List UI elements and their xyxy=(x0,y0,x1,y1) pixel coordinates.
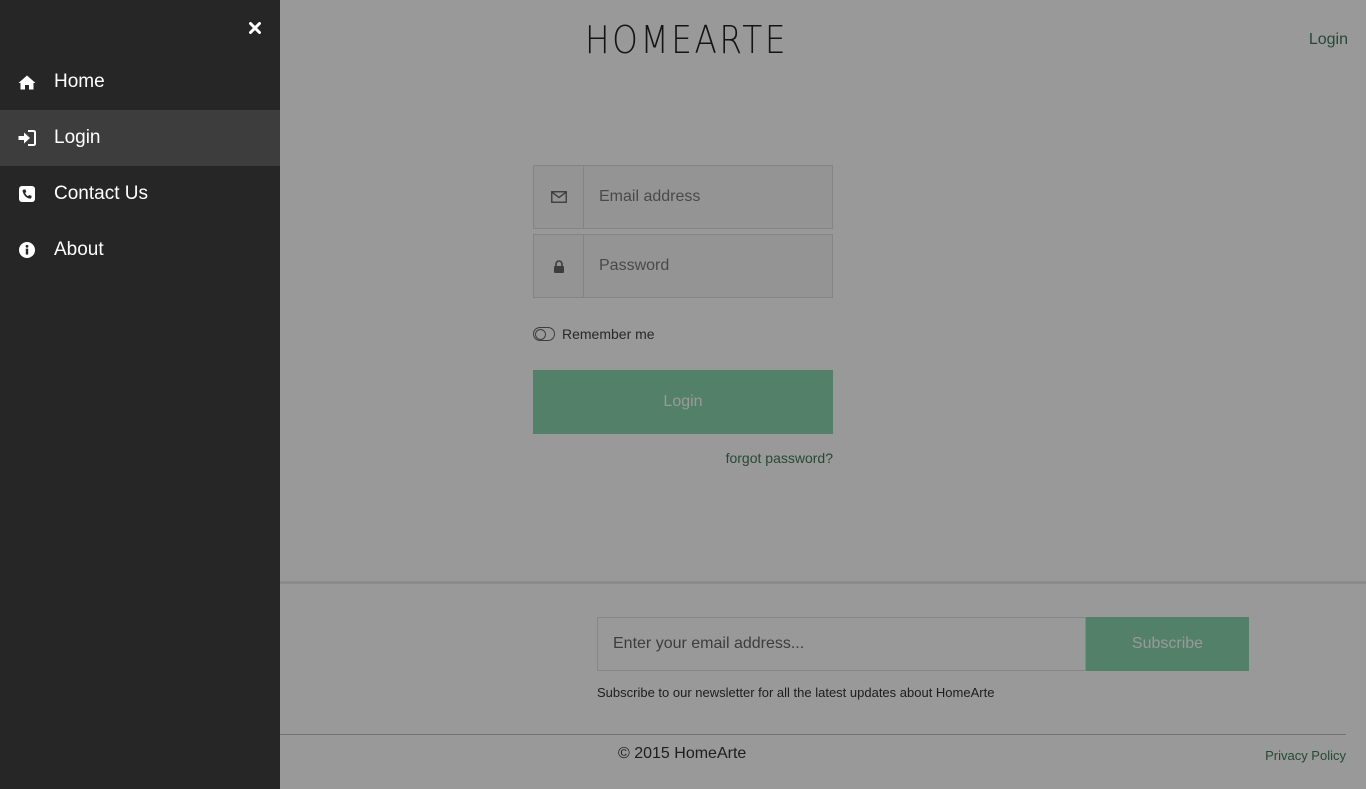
phone-icon xyxy=(18,185,36,203)
side-menu: Home Login Contact Us About xyxy=(0,0,280,789)
sidebar-item-label: Home xyxy=(54,71,105,92)
side-menu-list: Home Login Contact Us About xyxy=(0,54,280,278)
sign-in-icon xyxy=(18,129,36,147)
sidebar-item-label: About xyxy=(54,239,104,260)
sidebar-item-home[interactable]: Home xyxy=(0,54,280,110)
sidebar-item-label: Login xyxy=(54,127,101,148)
home-icon xyxy=(18,73,36,91)
sidebar-item-login[interactable]: Login xyxy=(0,110,280,166)
sidebar-item-contact-us[interactable]: Contact Us xyxy=(0,166,280,222)
info-icon xyxy=(18,241,36,259)
close-icon[interactable] xyxy=(243,16,267,40)
sidebar-item-label: Contact Us xyxy=(54,183,148,204)
sidebar-item-about[interactable]: About xyxy=(0,222,280,278)
